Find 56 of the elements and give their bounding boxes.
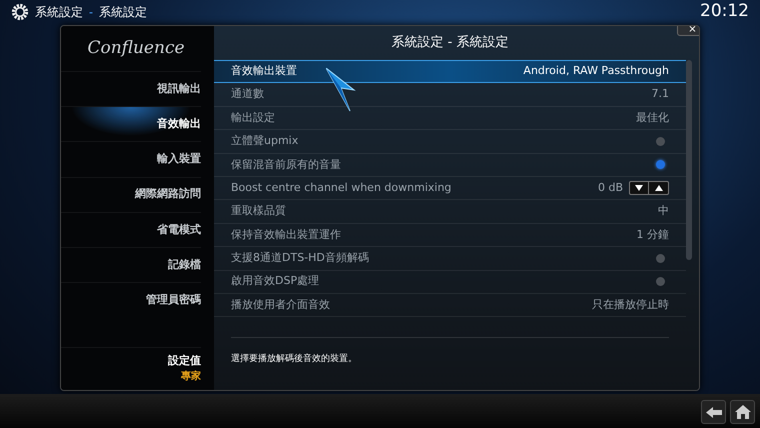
toggle-icon[interactable]	[656, 254, 665, 263]
setting-row[interactable]: 輸出設定 最佳化	[214, 106, 686, 130]
setting-label: 輸出設定	[231, 110, 275, 126]
toggle-icon[interactable]	[656, 277, 665, 286]
setting-value: 只在播放停止時	[592, 296, 669, 313]
setting-value: 0 dB	[598, 180, 623, 196]
breadcrumb-separator: -	[89, 4, 93, 21]
setting-row[interactable]: 音效輸出裝置 Android, RAW Passthrough	[214, 60, 686, 84]
sidebar-item[interactable]: 視訊輸出	[61, 71, 201, 106]
settings-level-label: 設定值	[168, 352, 201, 368]
setting-label: 音效輸出裝置	[231, 63, 297, 80]
setting-row[interactable]: 立體聲upmix	[214, 130, 686, 154]
setting-label: 啟用音效DSP處理	[231, 273, 320, 290]
scrollbar[interactable]	[686, 60, 692, 260]
cursor-icon	[326, 68, 356, 112]
gear-icon	[11, 3, 29, 21]
setting-row[interactable]: Boost centre channel when downmixing 0 dB	[214, 176, 686, 200]
setting-row[interactable]: 保持音效輸出裝置運作 1 分鐘	[214, 224, 686, 248]
sidebar-item[interactable]: 記錄檔	[61, 246, 201, 282]
home-icon	[734, 405, 750, 419]
setting-description: 選擇要播放解碼後音效的裝置。	[231, 354, 357, 364]
sidebar-item[interactable]: 輸入裝置	[61, 141, 201, 177]
sidebar-item[interactable]: 網際網路訪問	[61, 176, 201, 212]
setting-label: 播放使用者介面音效	[231, 296, 330, 313]
setting-label: 重取樣品質	[231, 203, 286, 220]
panel-title: 系統設定 - 系統設定	[392, 34, 508, 52]
setting-value: Android, RAW Passthrough	[523, 63, 669, 80]
toggle-icon[interactable]	[656, 136, 665, 146]
setting-row[interactable]: 啟用音效DSP處理	[214, 270, 686, 294]
setting-value: 中	[658, 203, 669, 220]
setting-value: 7.1	[652, 86, 669, 102]
home-button[interactable]	[730, 400, 755, 424]
sidebar-item[interactable]: 省電模式	[61, 212, 201, 247]
close-button[interactable]: ×	[677, 26, 699, 36]
sidebar-item[interactable]: 音效輸出	[61, 106, 201, 142]
setting-row[interactable]: 保留混音前原有的音量	[214, 154, 686, 177]
setting-label: 支援8通道DTS-HD音頻解碼	[231, 250, 369, 266]
breadcrumb: 系統設定	[35, 4, 83, 21]
logo: Confluence	[87, 36, 185, 60]
setting-row[interactable]: 支援8通道DTS-HD音頻解碼	[214, 247, 686, 271]
sidebar-item[interactable]: 管理員密碼	[61, 282, 201, 318]
setting-label: 通道數	[231, 86, 264, 102]
back-button[interactable]	[701, 400, 726, 424]
back-arrow-icon	[706, 406, 722, 418]
setting-label: 保持音效輸出裝置運作	[231, 226, 341, 243]
setting-row[interactable]: 播放使用者介面音效 只在播放停止時	[214, 294, 686, 318]
breadcrumb: 系統設定	[99, 4, 147, 21]
settings-level-value[interactable]: 專家	[181, 369, 201, 384]
setting-value: 最佳化	[636, 110, 669, 126]
setting-label: 保留混音前原有的音量	[231, 156, 341, 172]
toggle-icon[interactable]	[656, 160, 665, 170]
setting-row[interactable]: 重取樣品質 中	[214, 200, 686, 224]
setting-label: Boost centre channel when downmixing	[231, 180, 452, 196]
setting-label: 立體聲upmix	[231, 133, 298, 150]
setting-value: 1 分鐘	[636, 226, 669, 243]
clock: 20:12	[700, 0, 749, 24]
